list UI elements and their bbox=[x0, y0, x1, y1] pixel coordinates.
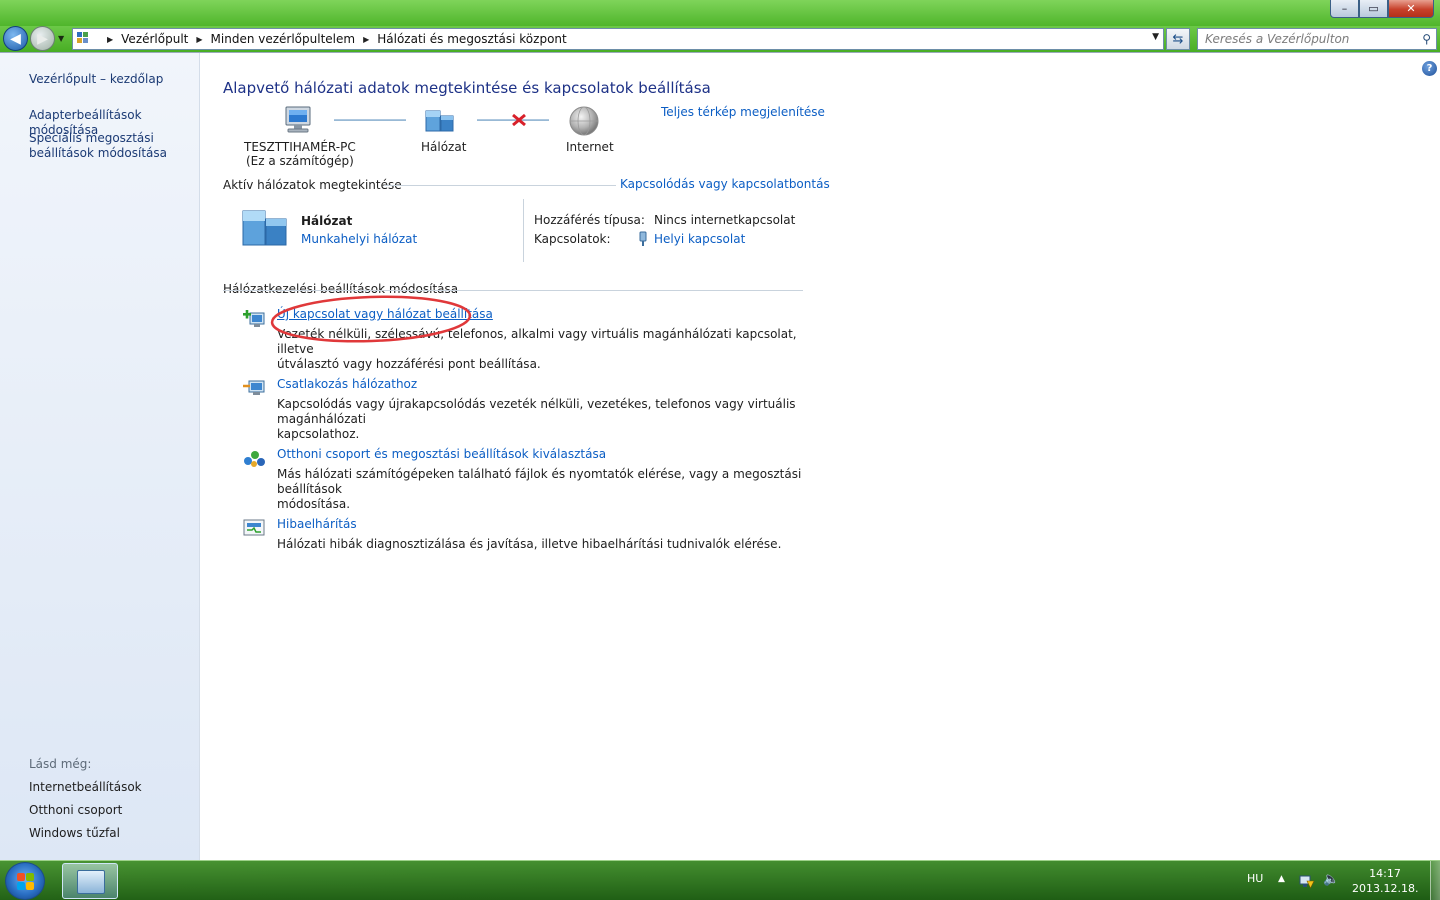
search-input[interactable]: Keresés a Vezérlőpulton bbox=[1205, 32, 1349, 46]
internet-node-label: Internet bbox=[566, 140, 614, 154]
task-description-line: Más hálózati számítógépeken található fá… bbox=[277, 467, 817, 497]
task-description-line: módosítása. bbox=[277, 497, 817, 512]
sidebar-item-home[interactable]: Vezérlőpult – kezdőlap bbox=[29, 72, 163, 87]
breadcrumb-network-center[interactable]: Hálózati és megosztási központ bbox=[377, 32, 566, 46]
troubleshoot-description: Hálózati hibák diagnosztizálása és javít… bbox=[277, 537, 817, 552]
sidebar-item-advanced-sharing-line2[interactable]: beállítások módosítása bbox=[29, 146, 167, 161]
access-type-label: Hozzáférés típusa: bbox=[534, 213, 645, 227]
navigation-bar: ◀ ▶ ▼ ▶ Vezérlőpult ▶ Minden vezérlőpult… bbox=[0, 26, 1440, 52]
sidebar-item-internet-options[interactable]: Internetbeállítások bbox=[29, 780, 142, 794]
windows-logo-icon bbox=[17, 873, 35, 891]
refresh-button[interactable]: ⇆ bbox=[1166, 28, 1190, 50]
sidebar-item-windows-firewall[interactable]: Windows tűzfal bbox=[29, 826, 120, 840]
connect-to-network-description: Kapcsolódás vagy újrakapcsolódás vezeték… bbox=[277, 397, 817, 442]
connect-to-network-link[interactable]: Csatlakozás hálózathoz bbox=[277, 377, 417, 391]
breadcrumb-separator-icon[interactable]: ▶ bbox=[196, 35, 202, 44]
forward-arrow-icon: ▶ bbox=[37, 31, 48, 47]
window-content: Vezérlőpult – kezdőlap Adapterbeállításo… bbox=[0, 52, 1440, 860]
window-controls: – ▭ ✕ bbox=[1330, 0, 1434, 18]
back-button[interactable]: ◀ bbox=[3, 26, 28, 51]
start-button[interactable] bbox=[5, 862, 45, 900]
breadcrumb-control-panel[interactable]: Vezérlőpult bbox=[121, 32, 188, 46]
clock-time: 14:17 bbox=[1352, 866, 1418, 881]
task-description-line: Kapcsolódás vagy újrakapcsolódás vezeték… bbox=[277, 397, 817, 427]
computer-name: TESZTTIHAMÉR-PC bbox=[244, 140, 356, 154]
connect-network-icon[interactable] bbox=[242, 377, 266, 399]
map-link-computer-network bbox=[334, 119, 406, 121]
network-node-label: Hálózat bbox=[421, 140, 466, 154]
divider bbox=[223, 290, 803, 291]
computer-icon[interactable] bbox=[282, 105, 314, 135]
taskbar: HU ▲ 🔈 14:17 2013.12.18. bbox=[0, 860, 1440, 900]
sidebar-item-homegroup[interactable]: Otthoni csoport bbox=[29, 803, 122, 817]
search-icon[interactable]: ⚲ bbox=[1422, 32, 1431, 46]
volume-icon[interactable]: 🔈 bbox=[1323, 872, 1339, 887]
active-network-name: Hálózat bbox=[301, 214, 352, 228]
control-panel-icon bbox=[77, 32, 93, 46]
connections-label: Kapcsolatok: bbox=[534, 232, 611, 246]
breadcrumb-all-items[interactable]: Minden vezérlőpultelem bbox=[211, 32, 356, 46]
internet-globe-icon[interactable] bbox=[567, 105, 601, 137]
red-highlight-circle bbox=[270, 293, 474, 345]
network-icon[interactable] bbox=[424, 107, 458, 135]
disconnected-x-icon[interactable] bbox=[511, 113, 527, 127]
network-type-link[interactable]: Munkahelyi hálózat bbox=[301, 232, 417, 246]
network-tray-icon[interactable] bbox=[1299, 873, 1315, 889]
refresh-icon: ⇆ bbox=[1173, 32, 1184, 47]
vertical-divider bbox=[523, 199, 524, 262]
recent-pages-dropdown[interactable]: ▼ bbox=[58, 34, 64, 43]
address-dropdown-icon[interactable]: ▼ bbox=[1152, 32, 1159, 42]
connect-disconnect-link[interactable]: Kapcsolódás vagy kapcsolatbontás bbox=[620, 177, 830, 191]
show-desktop-button[interactable] bbox=[1430, 861, 1440, 900]
minimize-button[interactable]: – bbox=[1330, 0, 1359, 18]
work-network-icon[interactable] bbox=[240, 207, 290, 247]
search-box[interactable]: Keresés a Vezérlőpulton ⚲ bbox=[1197, 28, 1437, 50]
ethernet-icon bbox=[638, 231, 648, 247]
breadcrumb-separator-icon[interactable]: ▶ bbox=[363, 35, 369, 44]
divider bbox=[384, 185, 616, 186]
computer-node[interactable]: TESZTTIHAMÉR-PC (Ez a számítógép) bbox=[244, 140, 356, 168]
task-description-line: útválasztó vagy hozzáférési pont beállít… bbox=[277, 357, 817, 372]
clock[interactable]: 14:17 2013.12.18. bbox=[1352, 866, 1418, 896]
control-panel-window-icon bbox=[77, 870, 105, 894]
task-description-line: kapcsolathoz. bbox=[277, 427, 817, 442]
maximize-button[interactable]: ▭ bbox=[1359, 0, 1388, 18]
new-connection-icon[interactable] bbox=[242, 307, 266, 329]
computer-subtitle: (Ez a számítógép) bbox=[244, 154, 356, 168]
sidebar-item-advanced-sharing-line1[interactable]: Speciális megosztási bbox=[29, 131, 154, 146]
see-also-label: Lásd még: bbox=[29, 757, 91, 771]
homegroup-sharing-description: Más hálózati számítógépeken található fá… bbox=[277, 467, 817, 512]
homegroup-icon[interactable] bbox=[242, 447, 266, 469]
address-bar[interactable]: ▶ Vezérlőpult ▶ Minden vezérlőpultelem ▶… bbox=[72, 28, 1164, 50]
breadcrumb-separator-icon[interactable]: ▶ bbox=[107, 35, 113, 44]
full-map-link[interactable]: Teljes térkép megjelenítése bbox=[661, 105, 825, 119]
task-description-line: Hálózati hibák diagnosztizálása és javít… bbox=[277, 537, 817, 552]
breadcrumb: ▶ Vezérlőpult ▶ Minden vezérlőpultelem ▶… bbox=[99, 32, 567, 46]
page-title: Alapvető hálózati adatok megtekintése és… bbox=[223, 79, 711, 97]
show-hidden-icons-icon[interactable]: ▲ bbox=[1278, 874, 1285, 884]
taskbar-control-panel-button[interactable] bbox=[62, 863, 118, 899]
access-type-value: Nincs internetkapcsolat bbox=[654, 213, 795, 227]
forward-button[interactable]: ▶ bbox=[30, 26, 55, 51]
close-button[interactable]: ✕ bbox=[1388, 0, 1434, 18]
homegroup-sharing-link[interactable]: Otthoni csoport és megosztási beállításo… bbox=[277, 447, 606, 461]
task-sidebar: Vezérlőpult – kezdőlap Adapterbeállításo… bbox=[0, 53, 200, 861]
local-connection-link[interactable]: Helyi kapcsolat bbox=[654, 232, 745, 246]
back-arrow-icon: ◀ bbox=[10, 31, 21, 47]
active-networks-heading: Aktív hálózatok megtekintése bbox=[223, 178, 402, 192]
help-button[interactable]: ? bbox=[1422, 61, 1437, 76]
window-titlebar: – ▭ ✕ bbox=[0, 0, 1440, 26]
clock-date: 2013.12.18. bbox=[1352, 881, 1418, 896]
troubleshoot-icon[interactable] bbox=[242, 517, 266, 539]
troubleshoot-link[interactable]: Hibaelhárítás bbox=[277, 517, 357, 531]
language-indicator[interactable]: HU bbox=[1247, 872, 1263, 885]
